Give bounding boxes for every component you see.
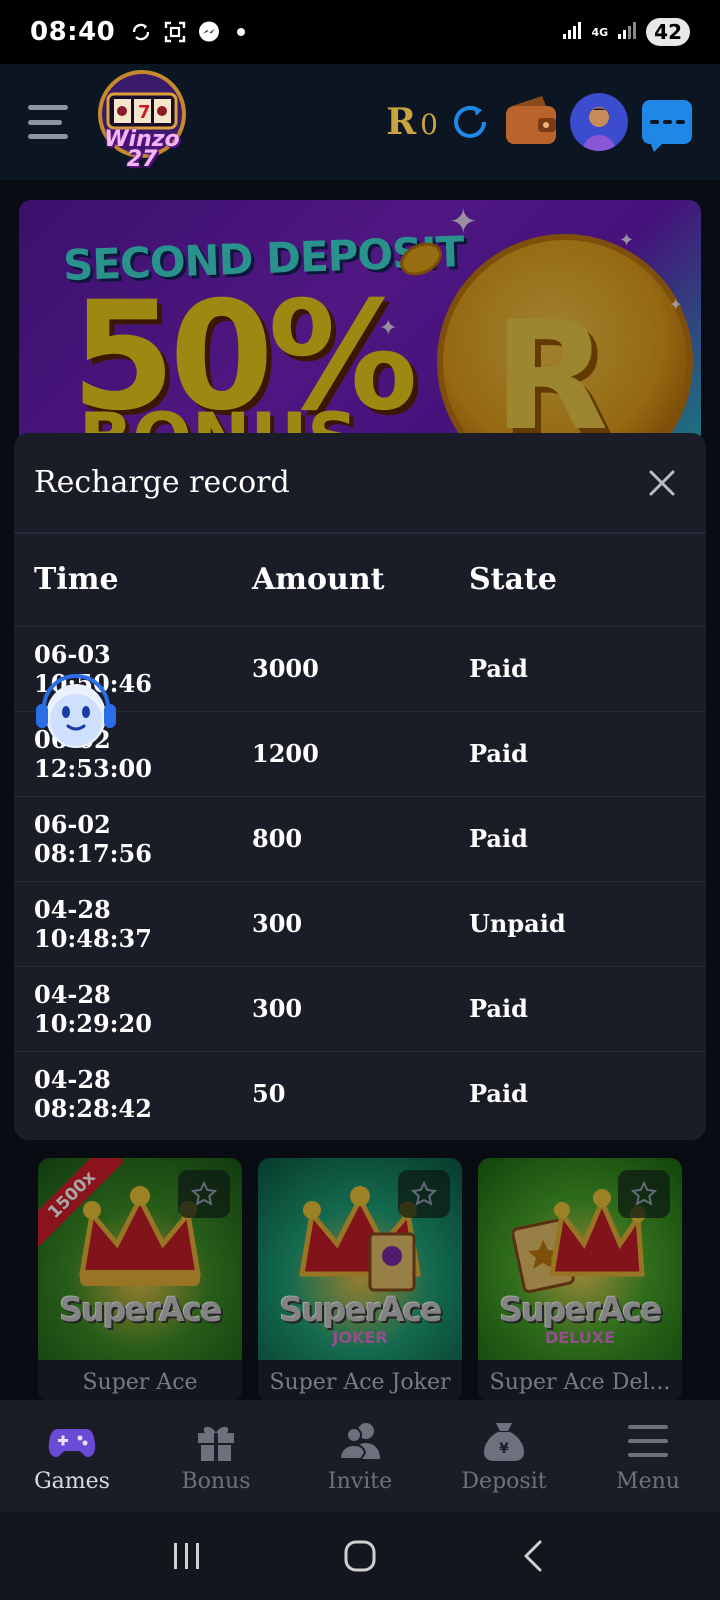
cell-state: Paid (449, 796, 706, 882)
balance-value: 0 (420, 108, 438, 141)
modal-title: Recharge record (34, 465, 290, 500)
status-bar: 08:40 4G 42 (0, 0, 720, 64)
support-bot-icon (36, 674, 116, 748)
svg-text:¥: ¥ (499, 1441, 509, 1457)
close-icon (649, 470, 675, 495)
cell-state: Paid (469, 1079, 528, 1109)
recharge-table: Time Amount State 06-03 10:50:46 3000 Pa… (14, 534, 706, 1136)
modal-header: Recharge record (14, 433, 706, 534)
messenger-icon (197, 20, 221, 44)
nav-label: Invite (327, 1468, 393, 1494)
user-avatar[interactable] (570, 93, 628, 151)
users-icon (338, 1422, 380, 1460)
nav-label: Menu (616, 1468, 680, 1494)
refresh-icon[interactable] (448, 100, 492, 144)
cell-state: Paid (449, 966, 706, 1052)
gamepad-icon (48, 1428, 96, 1457)
cell-state: Paid (449, 626, 706, 712)
column-header-state: State (449, 534, 706, 627)
status-right: 4G 42 (561, 18, 690, 46)
wallet-icon[interactable] (502, 94, 560, 150)
home-button[interactable] (330, 1526, 390, 1586)
cell-time: 04-28 10:48:37 (14, 881, 232, 967)
support-bot-button[interactable] (30, 664, 122, 756)
sync-icon (129, 20, 153, 44)
cell-amount: 50 (252, 1079, 286, 1109)
cell-time: 04-28 10:29:20 (14, 966, 232, 1052)
table-row: 04-28 10:29:20 300 Paid (14, 966, 706, 1052)
app-logo: 7 Winzo 27 (88, 68, 196, 176)
header-right: R 0 (386, 93, 692, 152)
nav-item-games[interactable]: Games (0, 1400, 144, 1512)
hamburger-menu-icon[interactable] (28, 105, 68, 139)
money-bag-icon: ¥ (484, 1422, 524, 1461)
cell-amount: 1200 (232, 711, 449, 797)
cell-amount: 800 (232, 796, 449, 882)
back-button[interactable] (503, 1526, 563, 1586)
nav-label: Games (34, 1468, 110, 1494)
recent-apps-icon (173, 1543, 199, 1569)
app-header: 7 Winzo 27 R 0 (0, 64, 720, 180)
network-type: 4G (591, 25, 609, 39)
nav-label: Deposit (461, 1468, 547, 1494)
system-nav-bar (0, 1512, 720, 1600)
cell-state: Unpaid (449, 881, 706, 967)
recharge-record-modal: Recharge record Time Amount State 06-03 … (14, 433, 706, 1140)
recent-apps-button[interactable] (157, 1526, 217, 1586)
menu-icon (628, 1424, 668, 1457)
table-header-row: Time Amount State (14, 534, 706, 627)
column-header-amount: Amount (232, 534, 449, 627)
logo-text: Winzo 27 (104, 127, 180, 172)
cell-amount: 3000 (232, 626, 449, 712)
balance-display: R 0 (386, 101, 438, 143)
screenshot-icon (163, 20, 187, 44)
nav-item-bonus[interactable]: Bonus (144, 1400, 288, 1512)
battery-indicator: 42 (646, 18, 690, 46)
notification-dot-icon (237, 28, 246, 36)
column-header-time: Time (14, 534, 232, 627)
currency-symbol: R (386, 101, 417, 143)
signal-icon (561, 19, 583, 45)
back-icon (524, 1540, 542, 1572)
nav-item-deposit[interactable]: ¥ Deposit (432, 1400, 576, 1512)
nav-label: Bonus (181, 1468, 251, 1494)
table-row: 04-28 10:48:37 300 Unpaid (14, 881, 706, 967)
status-time: 08:40 (30, 17, 116, 47)
cell-amount: 300 (232, 881, 449, 967)
gift-icon (198, 1426, 234, 1461)
signal-icon-2 (616, 19, 638, 45)
chat-button[interactable] (642, 100, 692, 152)
cell-state: Paid (449, 711, 706, 797)
notification-icons (129, 20, 246, 44)
cell-amount: 300 (232, 966, 449, 1052)
bottom-nav: Games Bonus Invite ¥ Deposit Menu (0, 1400, 720, 1512)
table-row: 04-28 08:28:42 50 Paid (14, 1051, 706, 1136)
cell-time: 06-02 08:17:56 (14, 796, 232, 882)
nav-item-menu[interactable]: Menu (576, 1400, 720, 1512)
cell-time: 04-28 08:28:42 (34, 1064, 152, 1123)
table-row: 06-02 08:17:56 800 Paid (14, 796, 706, 882)
nav-item-invite[interactable]: Invite (288, 1400, 432, 1512)
svg-text:7: 7 (138, 102, 151, 123)
app-screen: 08:40 4G 42 7 Winzo 27 R 0 SECOND DEPOSI… (0, 0, 720, 1600)
close-button[interactable] (638, 459, 686, 507)
home-icon (344, 1540, 376, 1572)
